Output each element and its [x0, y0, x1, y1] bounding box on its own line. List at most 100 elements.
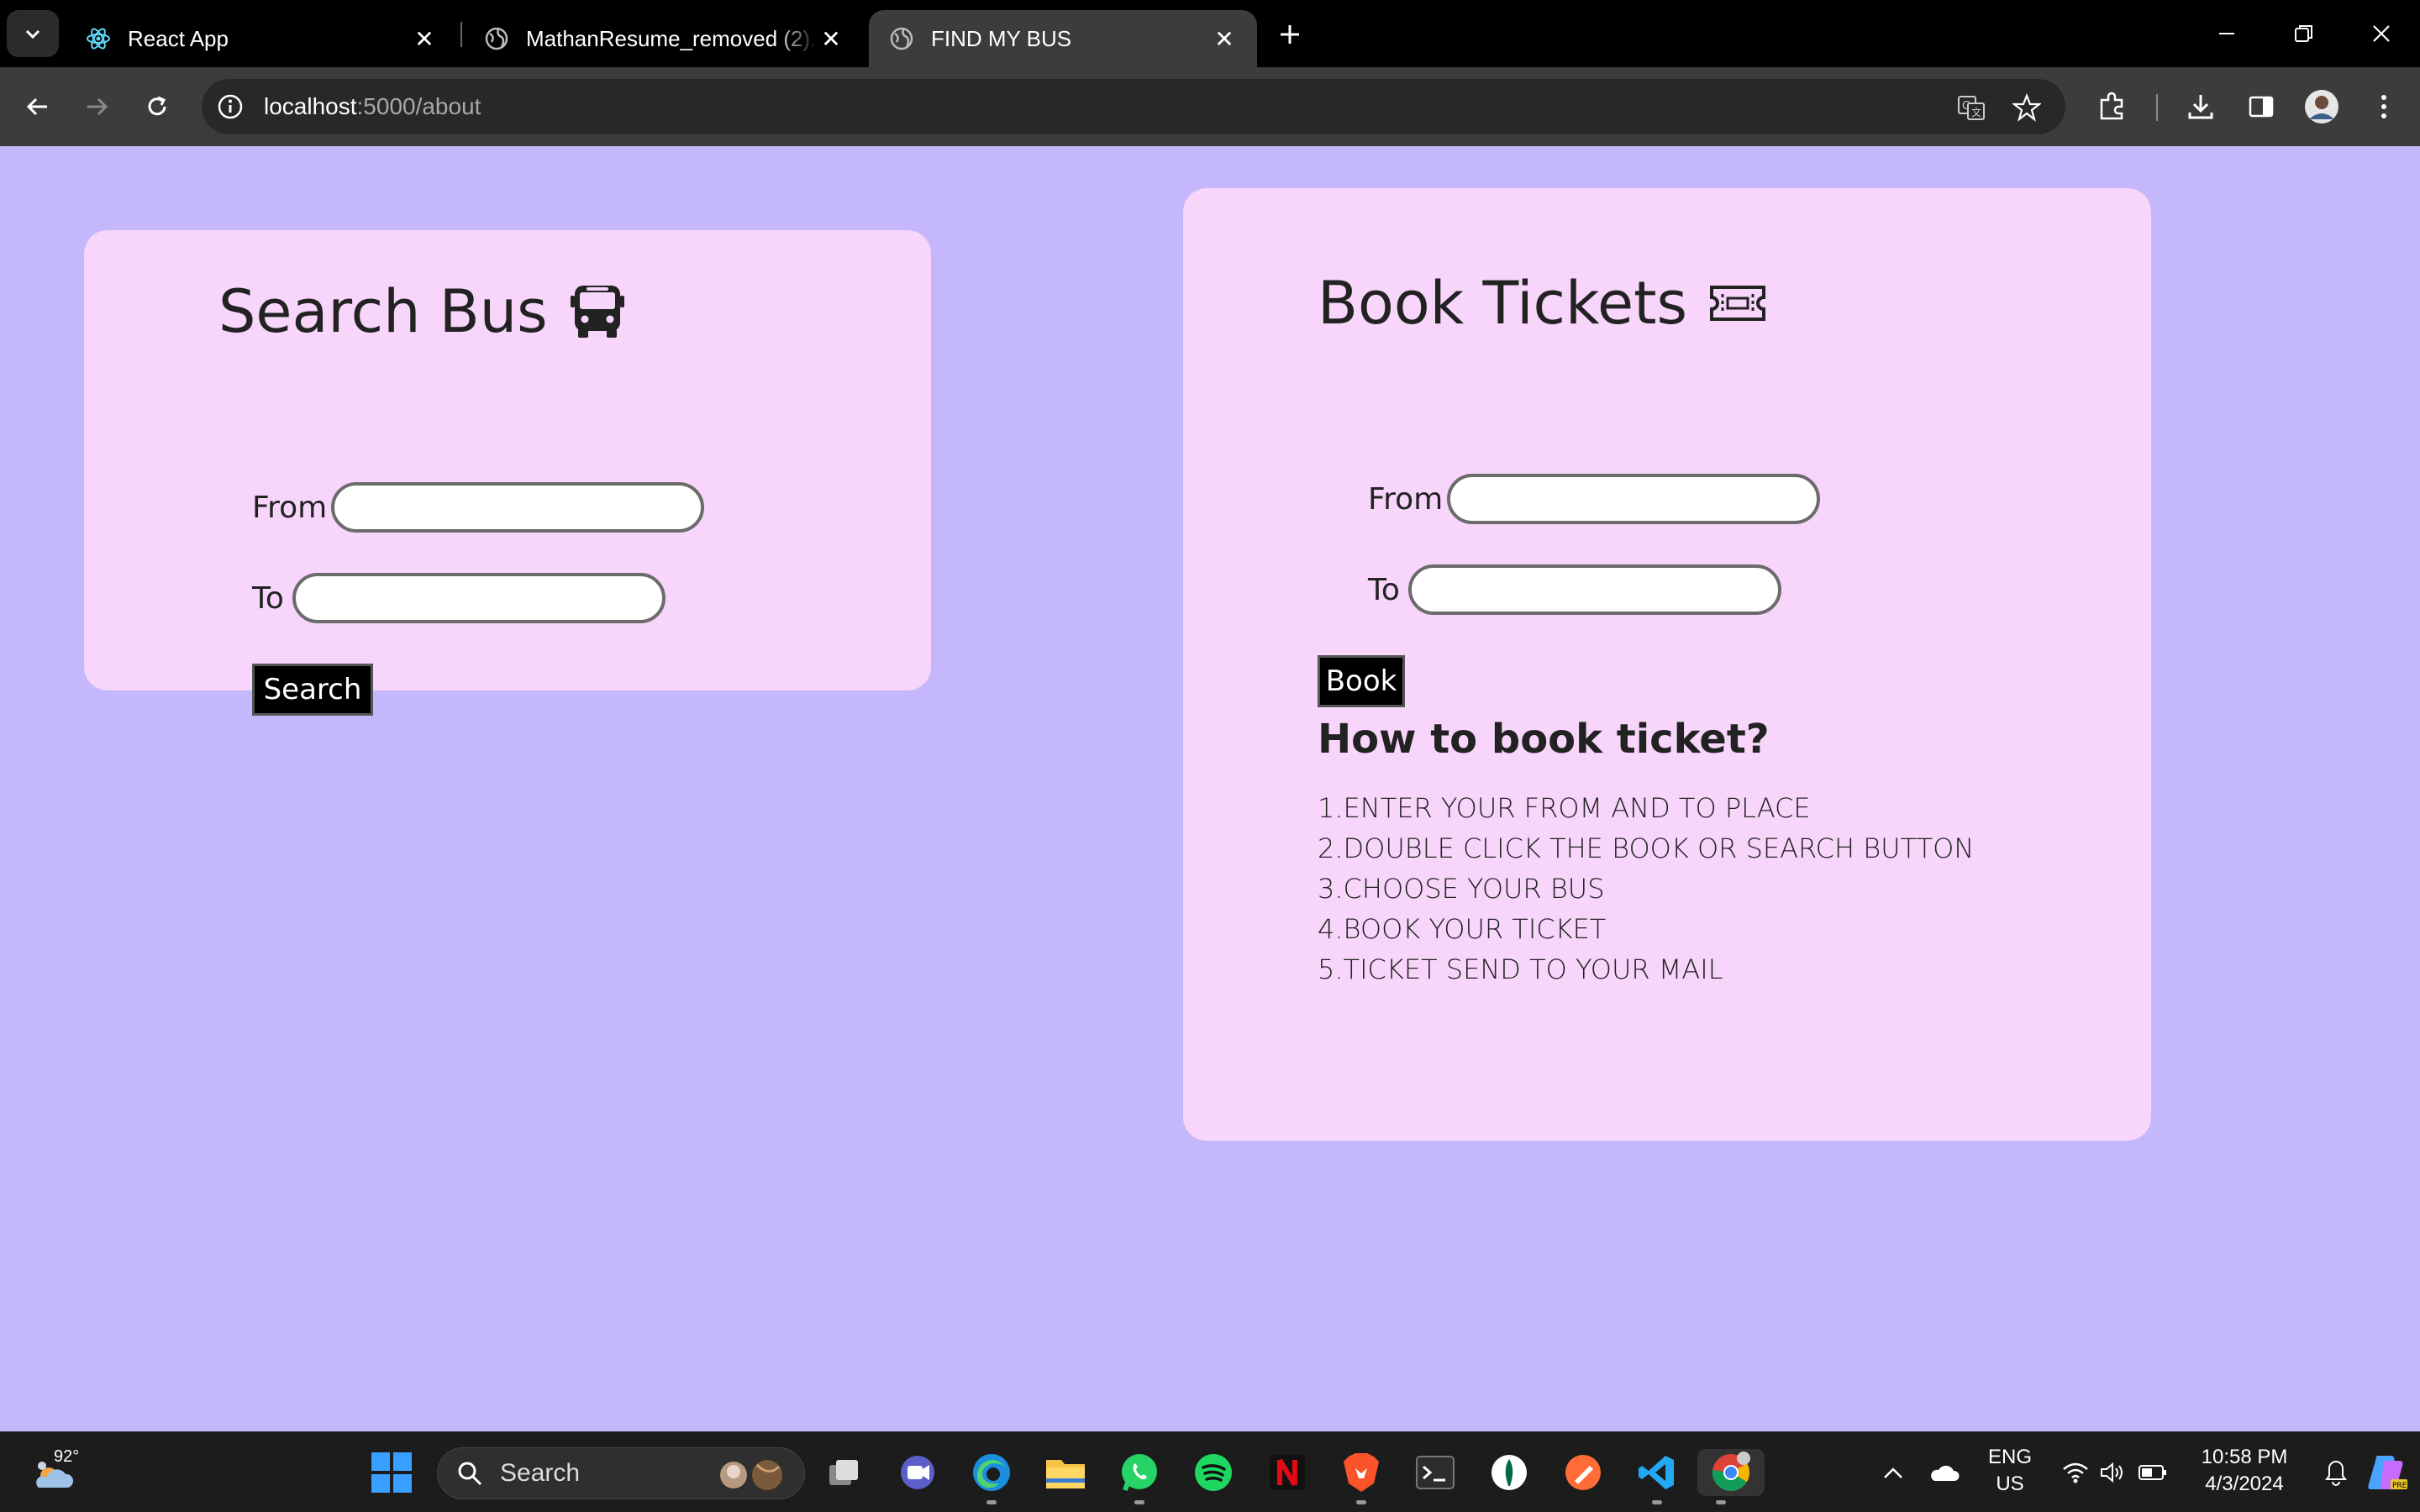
bus-icon [570, 282, 625, 341]
forward-button[interactable] [76, 86, 118, 128]
profile-avatar[interactable] [2301, 86, 2343, 128]
globe-icon [889, 26, 914, 51]
taskbar-netflix[interactable] [1264, 1449, 1311, 1496]
arrow-left-icon [26, 97, 47, 116]
globe-icon [484, 26, 509, 51]
new-tab-button[interactable] [1270, 15, 1309, 54]
minimize-icon [2219, 33, 2234, 34]
downloads-button[interactable] [2180, 86, 2222, 128]
tab-separator [460, 22, 462, 47]
book-button[interactable]: Book [1318, 655, 1405, 707]
restore-button[interactable] [2279, 12, 2329, 55]
search-bus-card: Search Bus From To Search [84, 230, 931, 716]
extensions-button[interactable] [2091, 86, 2133, 128]
wifi-tray[interactable] [2060, 1449, 2091, 1496]
close-icon [2373, 25, 2390, 42]
tab-label: React App [128, 25, 229, 51]
search-highlight-icon [720, 1460, 782, 1490]
taskbar-search[interactable]: Search [437, 1447, 805, 1499]
tab-react-app[interactable]: React App ✕ [66, 10, 457, 67]
taskbar-file-explorer[interactable] [1042, 1449, 1089, 1496]
svg-text:文: 文 [1971, 106, 1981, 118]
site-info-icon[interactable] [215, 92, 245, 122]
brave-icon [1344, 1453, 1379, 1492]
taskbar-vscode[interactable] [1634, 1449, 1681, 1504]
search-bus-title-text: Search Bus [218, 277, 548, 346]
clock-time: 10:58 PM [2201, 1446, 2288, 1468]
book-from-label: From [1368, 482, 1444, 517]
input-language[interactable]: ENG US [1976, 1444, 2044, 1498]
vscode-icon [1639, 1456, 1674, 1489]
terminal-icon [1416, 1456, 1455, 1489]
battery-tray[interactable] [2136, 1449, 2170, 1496]
book-to-input[interactable] [1408, 564, 1781, 615]
list-item: 3.CHOOSE YOUR BUS [1318, 873, 1605, 905]
taskbar-postman[interactable] [1560, 1449, 1607, 1496]
tab-find-my-bus[interactable]: FIND MY BUS ✕ [869, 10, 1257, 67]
chrome-icon [1712, 1452, 1750, 1491]
side-panel-button[interactable] [2240, 86, 2282, 128]
windows-logo-pane [393, 1452, 412, 1471]
restore-icon [2295, 25, 2312, 42]
url-path: :5000/about [356, 93, 481, 119]
volume-tray[interactable] [2097, 1449, 2128, 1496]
reload-button[interactable] [136, 86, 178, 128]
search-from-input[interactable] [331, 482, 704, 533]
windows-logo-pane [393, 1474, 412, 1493]
search-icon [455, 1458, 485, 1488]
translate-icon[interactable]: G文 [1953, 89, 1990, 126]
taskbar-whatsapp[interactable] [1116, 1449, 1163, 1504]
taskbar-mongodb-compass[interactable] [1486, 1449, 1533, 1496]
copilot-button[interactable]: PRE [2363, 1449, 2410, 1496]
side-panel-icon [2249, 96, 2274, 118]
more-vertical-icon [2381, 95, 2386, 118]
postman-icon [1565, 1455, 1601, 1490]
copilot-icon: PRE [2368, 1456, 2407, 1490]
tab-label: MathanResume_removed (2).pdf [526, 25, 818, 51]
reload-icon [148, 96, 166, 116]
how-to-book-heading: How to book ticket? [1318, 716, 1770, 763]
close-icon[interactable]: ✕ [818, 26, 844, 52]
address-bar[interactable]: localhost:5000/about G文 [202, 79, 2065, 134]
windows-taskbar: 92° Search ENG US 10:58 PM 4/3/2024 PRE [0, 1431, 2420, 1512]
avatar-icon [2305, 90, 2338, 123]
teams-icon [901, 1456, 934, 1489]
svg-text:PRE: PRE [2392, 1482, 2407, 1490]
netflix-icon [1270, 1455, 1305, 1490]
close-window-button[interactable] [2356, 12, 2407, 55]
minimize-button[interactable] [2202, 12, 2252, 55]
task-view-button[interactable] [820, 1449, 867, 1496]
mongodb-compass-icon [1491, 1455, 1527, 1490]
taskbar-chrome[interactable] [1697, 1449, 1765, 1504]
taskbar-clock[interactable]: 10:58 PM 4/3/2024 [2181, 1444, 2307, 1498]
bell-icon [2325, 1460, 2347, 1486]
plus-icon [1281, 25, 1299, 44]
toolbar-divider [2156, 94, 2158, 121]
close-icon[interactable]: ✕ [1212, 26, 1237, 52]
list-item: 4.BOOK YOUR TICKET [1318, 913, 1607, 945]
taskbar-brave[interactable] [1338, 1449, 1385, 1504]
search-button[interactable]: Search [252, 664, 373, 716]
chrome-menu-button[interactable] [2363, 86, 2405, 128]
notifications-button[interactable] [2321, 1449, 2351, 1496]
taskbar-spotify[interactable] [1190, 1449, 1237, 1496]
close-icon[interactable]: ✕ [412, 26, 437, 52]
tab-search-button[interactable] [7, 10, 59, 57]
back-button[interactable] [17, 86, 59, 128]
weather-widget[interactable]: 92° [30, 1447, 84, 1498]
tab-resume-pdf[interactable]: MathanResume_removed (2).pdf ✕ [464, 10, 864, 67]
book-from-input[interactable] [1447, 474, 1820, 524]
taskbar-teams[interactable] [894, 1449, 941, 1496]
start-button[interactable] [371, 1452, 412, 1493]
star-icon[interactable] [2008, 89, 2045, 126]
show-hidden-icons-button[interactable] [1881, 1449, 1906, 1496]
speaker-icon [2101, 1462, 2123, 1483]
onedrive-tray[interactable] [1928, 1449, 1961, 1496]
taskbar-edge[interactable] [968, 1449, 1015, 1504]
book-tickets-title: Book Tickets [1318, 269, 1766, 338]
list-item: 2.DOUBLE CLICK THE BOOK OR SEARCH BUTTON [1318, 832, 1975, 864]
url-host: localhost [264, 93, 357, 119]
search-to-input[interactable] [292, 573, 666, 623]
taskbar-terminal[interactable] [1412, 1449, 1459, 1496]
list-item: 1.ENTER YOUR FROM AND TO PLACE [1318, 792, 1811, 824]
